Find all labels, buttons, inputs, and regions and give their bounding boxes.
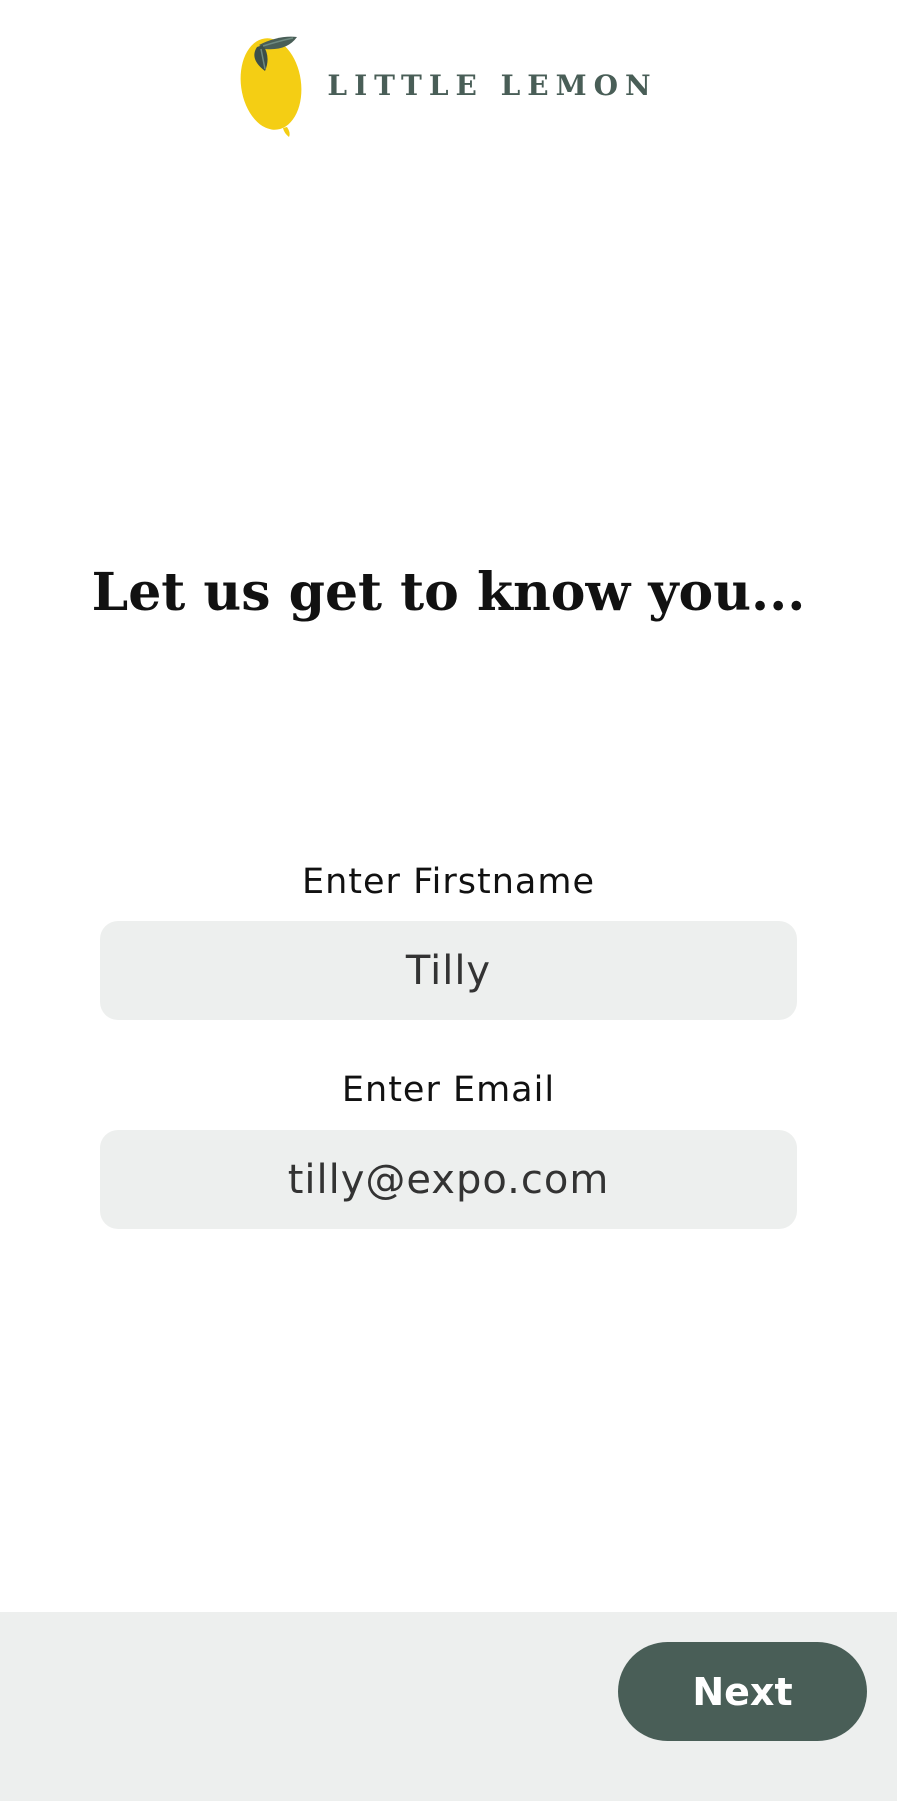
email-input[interactable] — [100, 1130, 797, 1229]
brand-logo: LITTLE LEMON — [239, 27, 657, 137]
next-button[interactable]: Next — [618, 1642, 867, 1741]
app-header: LITTLE LEMON — [0, 0, 897, 164]
footer-bar: Next — [0, 1612, 897, 1801]
firstname-input[interactable] — [100, 921, 797, 1020]
onboarding-screen: LITTLE LEMON Let us get to know you... E… — [0, 0, 897, 1801]
main-content: Let us get to know you... Enter Firstnam… — [0, 164, 897, 1612]
firstname-label: Enter Firstname — [302, 862, 595, 902]
brand-name: LITTLE LEMON — [327, 68, 658, 102]
page-title: Let us get to know you... — [91, 562, 806, 623]
lemon-icon — [240, 36, 302, 137]
email-label: Enter Email — [341, 1070, 556, 1110]
